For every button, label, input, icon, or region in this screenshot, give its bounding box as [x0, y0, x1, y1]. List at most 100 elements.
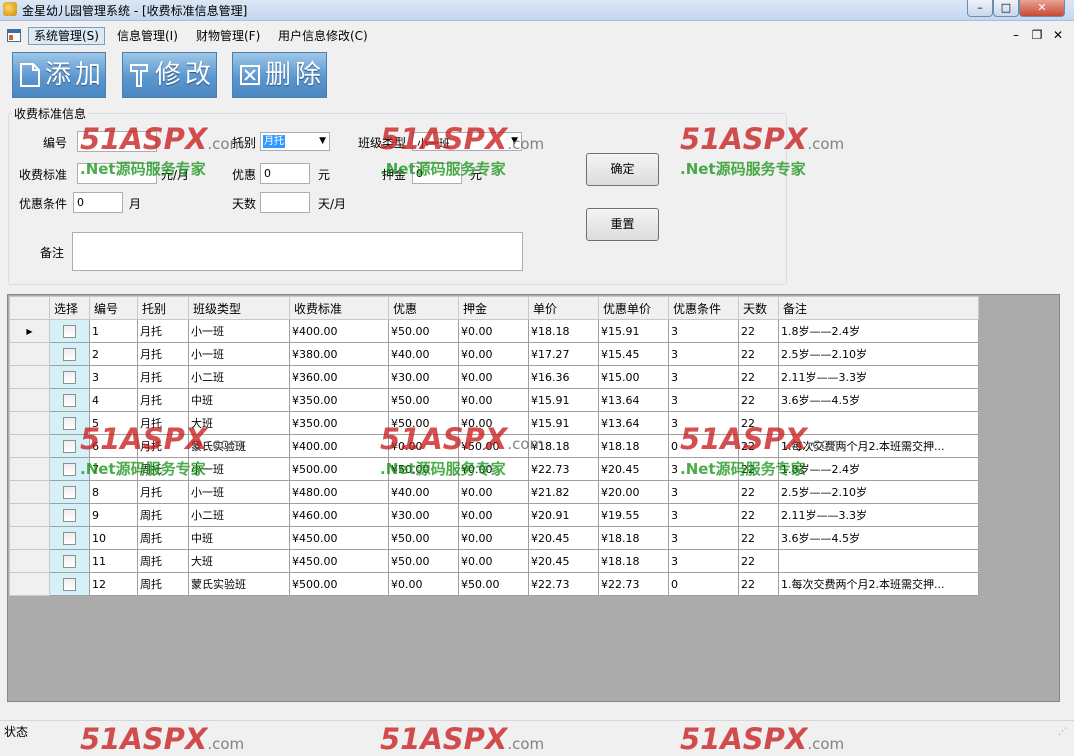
row-header[interactable] — [9, 503, 50, 527]
confirm-button[interactable]: 确定 — [586, 153, 659, 186]
table-cell[interactable]: 0 — [668, 572, 739, 596]
row-checkbox[interactable] — [63, 324, 76, 338]
table-cell[interactable]: ¥18.18 — [598, 434, 669, 458]
column-header[interactable]: 优惠条件 — [668, 296, 739, 320]
reset-button[interactable]: 重置 — [586, 208, 659, 241]
select-cell[interactable] — [49, 388, 90, 412]
row-header[interactable] — [9, 434, 50, 458]
column-header[interactable]: 押金 — [458, 296, 529, 320]
table-cell[interactable]: ¥20.00 — [598, 480, 669, 504]
table-cell[interactable]: ¥18.18 — [528, 434, 599, 458]
table-cell[interactable]: ¥18.18 — [598, 549, 669, 573]
table-cell[interactable]: ¥0.00 — [458, 480, 529, 504]
column-header[interactable]: 单价 — [528, 296, 599, 320]
table-cell[interactable]: 周托 — [137, 572, 189, 596]
days-input[interactable] — [260, 192, 310, 213]
table-cell[interactable]: ¥480.00 — [289, 480, 389, 504]
select-cell[interactable] — [49, 503, 90, 527]
mdi-close-button[interactable]: ✕ — [1050, 28, 1066, 42]
table-cell[interactable]: ¥500.00 — [289, 572, 389, 596]
table-cell[interactable]: 中班 — [188, 388, 290, 412]
row-header[interactable] — [9, 411, 50, 435]
table-cell[interactable]: 3.6岁——4.5岁 — [778, 388, 979, 412]
resize-grip-icon[interactable]: ⋰ — [1058, 727, 1068, 737]
menu-finance[interactable]: 财物管理(F) — [191, 27, 265, 45]
table-cell[interactable]: ¥15.00 — [598, 365, 669, 389]
table-cell[interactable]: 月托 — [137, 434, 189, 458]
row-checkbox[interactable] — [63, 370, 76, 384]
row-header[interactable] — [9, 342, 50, 366]
table-cell[interactable]: 月托 — [137, 319, 189, 343]
table-cell[interactable]: 22 — [738, 503, 779, 527]
table-row[interactable]: 4 月托 中班 ¥350.00 ¥50.00 ¥0.00 ¥15.91 ¥13.64 3 22 3.… — [9, 388, 979, 412]
table-cell[interactable]: 周托 — [137, 549, 189, 573]
minimize-button[interactable]: – — [967, 0, 993, 17]
maximize-button[interactable]: □ — [993, 0, 1019, 17]
table-cell[interactable] — [778, 549, 979, 573]
row-checkbox[interactable] — [63, 347, 76, 361]
table-cell[interactable]: ¥460.00 — [289, 503, 389, 527]
table-cell[interactable]: ¥18.18 — [598, 526, 669, 550]
table-row[interactable]: 5 月托 大班 ¥350.00 ¥50.00 ¥0.00 ¥15.91 ¥13.64 3 22 — [9, 411, 979, 435]
table-cell[interactable]: ¥50.00 — [458, 434, 529, 458]
table-cell[interactable]: ¥19.55 — [598, 503, 669, 527]
row-checkbox[interactable] — [63, 531, 76, 545]
table-cell[interactable]: ¥450.00 — [289, 526, 389, 550]
table-cell[interactable]: ¥400.00 — [289, 319, 389, 343]
table-cell[interactable]: ¥13.64 — [598, 388, 669, 412]
row-header[interactable] — [9, 457, 50, 481]
table-cell[interactable]: 小一班 — [188, 480, 290, 504]
table-cell[interactable]: ¥40.00 — [388, 342, 459, 366]
row-header[interactable] — [9, 526, 50, 550]
table-row[interactable]: 3 月托 小二班 ¥360.00 ¥30.00 ¥0.00 ¥16.36 ¥15.00 3 22 2… — [9, 365, 979, 389]
table-row[interactable]: 8 月托 小一班 ¥480.00 ¥40.00 ¥0.00 ¥21.82 ¥20.00 3 22 2… — [9, 480, 979, 504]
table-cell[interactable]: 3 — [668, 549, 739, 573]
menu-system[interactable]: 系统管理(S) — [28, 27, 105, 45]
table-cell[interactable]: 周托 — [137, 503, 189, 527]
row-header[interactable] — [9, 388, 50, 412]
table-cell[interactable]: 22 — [738, 480, 779, 504]
table-cell[interactable]: ¥16.36 — [528, 365, 599, 389]
table-cell[interactable]: 22 — [738, 411, 779, 435]
select-cell[interactable] — [49, 480, 90, 504]
id-input[interactable] — [77, 131, 157, 152]
table-cell[interactable]: ¥22.73 — [598, 572, 669, 596]
select-cell[interactable] — [49, 434, 90, 458]
table-cell[interactable]: ¥22.73 — [528, 457, 599, 481]
table-cell[interactable]: ¥0.00 — [458, 319, 529, 343]
table-cell[interactable]: ¥20.91 — [528, 503, 599, 527]
table-cell[interactable]: 22 — [738, 549, 779, 573]
table-cell[interactable]: 8 — [89, 480, 138, 504]
table-cell[interactable]: 12 — [89, 572, 138, 596]
column-header[interactable]: 编号 — [89, 296, 138, 320]
table-cell[interactable]: ¥0.00 — [458, 549, 529, 573]
table-cell[interactable]: ¥0.00 — [458, 457, 529, 481]
table-cell[interactable]: 22 — [738, 388, 779, 412]
table-cell[interactable]: ¥15.91 — [598, 319, 669, 343]
table-cell[interactable]: 1.8岁——2.4岁 — [778, 319, 979, 343]
table-cell[interactable] — [778, 411, 979, 435]
table-cell[interactable]: 月托 — [137, 388, 189, 412]
table-cell[interactable]: 2.11岁——3.3岁 — [778, 503, 979, 527]
column-header[interactable]: 天数 — [738, 296, 779, 320]
class-select[interactable]: 小一班 ▼ — [412, 132, 522, 151]
column-header[interactable]: 班级类型 — [188, 296, 290, 320]
table-cell[interactable]: 周托 — [137, 526, 189, 550]
table-cell[interactable]: ¥350.00 — [289, 388, 389, 412]
table-cell[interactable]: ¥22.73 — [528, 572, 599, 596]
discount-input[interactable] — [260, 163, 310, 184]
type-select[interactable]: 月托 ▼ — [260, 132, 330, 151]
table-cell[interactable]: 3 — [668, 526, 739, 550]
table-cell[interactable]: ¥50.00 — [388, 549, 459, 573]
table-cell[interactable]: 小一班 — [188, 319, 290, 343]
mdi-minimize-button[interactable]: – — [1008, 28, 1024, 42]
table-cell[interactable]: 11 — [89, 549, 138, 573]
table-cell[interactable]: ¥0.00 — [388, 572, 459, 596]
row-checkbox[interactable] — [63, 485, 76, 499]
table-cell[interactable]: ¥17.27 — [528, 342, 599, 366]
table-cell[interactable]: ¥0.00 — [458, 526, 529, 550]
select-cell[interactable] — [49, 457, 90, 481]
table-cell[interactable]: 3 — [668, 503, 739, 527]
table-cell[interactable]: 5 — [89, 411, 138, 435]
table-cell[interactable]: ¥21.82 — [528, 480, 599, 504]
